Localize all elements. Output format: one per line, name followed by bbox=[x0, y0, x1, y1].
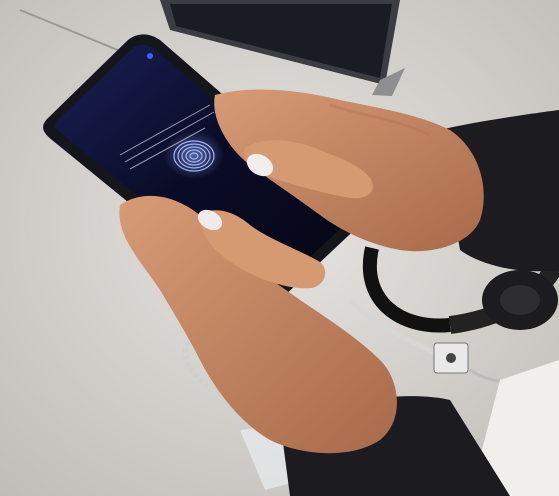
settings-icon bbox=[147, 53, 153, 59]
photo-scene bbox=[0, 0, 559, 496]
apple-logo-icon bbox=[446, 353, 456, 363]
